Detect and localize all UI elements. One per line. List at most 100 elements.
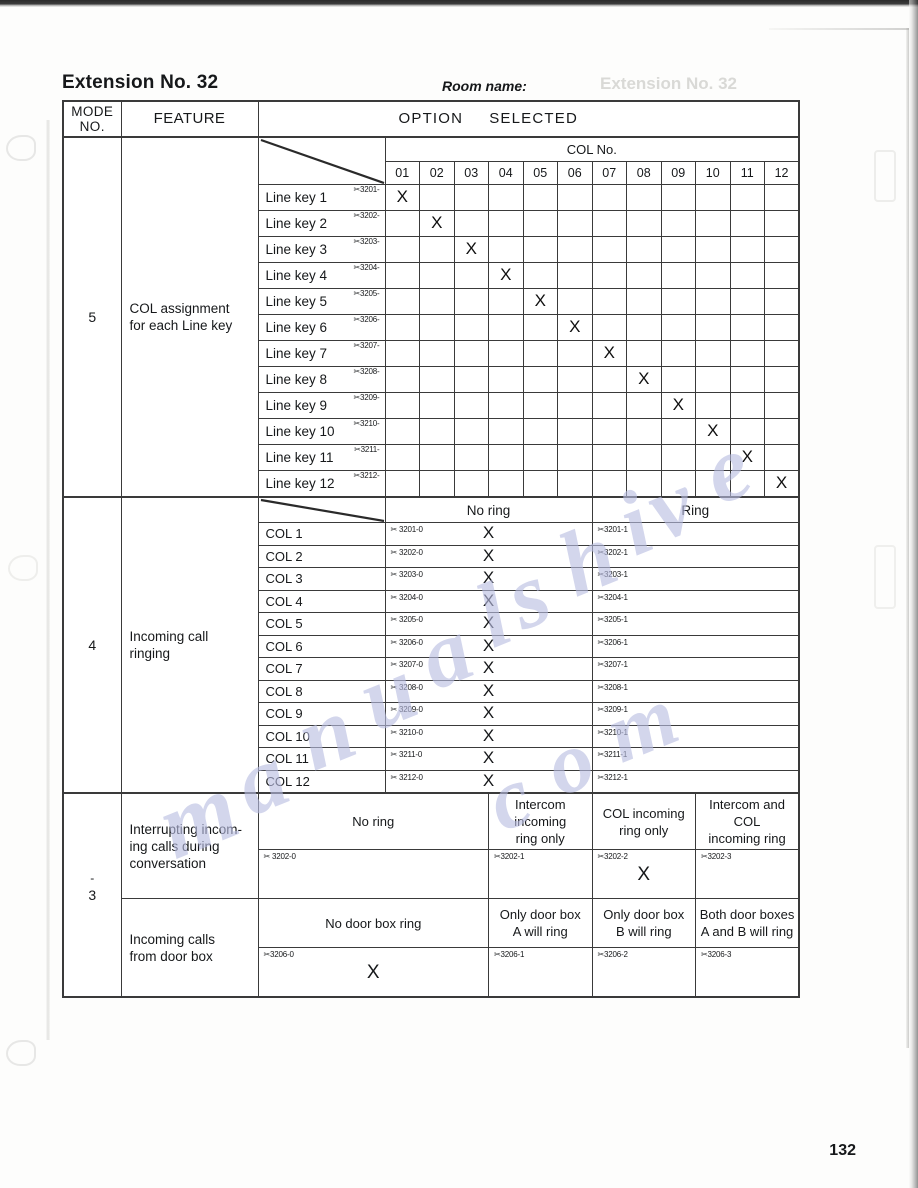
line-key-12-col-1[interactable] (384, 470, 420, 498)
line-key-1-col-9[interactable] (660, 184, 696, 211)
line-key-6-col-3[interactable] (453, 314, 489, 341)
line-key-12-col-11[interactable] (729, 470, 765, 498)
line-key-6-col-9[interactable] (660, 314, 696, 341)
line-key-11-col-9[interactable] (660, 444, 696, 471)
col-10-ring[interactable]: ✂3210-1 (591, 724, 801, 748)
col-1-no-ring[interactable]: ✂ 3201-0 X (384, 522, 593, 546)
line-key-7-col-6[interactable] (557, 340, 593, 367)
line-key-12-col-8[interactable] (626, 470, 662, 498)
line-key-10-col-7[interactable] (591, 418, 627, 445)
line-key-9-col-2[interactable] (419, 392, 455, 419)
line-key-11-col-8[interactable] (626, 444, 662, 471)
line-key-3-col-1[interactable] (384, 236, 420, 263)
line-key-6-col-10[interactable] (695, 314, 731, 341)
line-key-4-col-1[interactable] (384, 262, 420, 289)
line-key-4-col-11[interactable] (729, 262, 765, 289)
line-key-8-col-9[interactable] (660, 366, 696, 393)
line-key-3-col-8[interactable] (626, 236, 662, 263)
line-key-7-col-4[interactable] (488, 340, 524, 367)
mode3-b1-option-2-cell[interactable]: ✂3202-1 (488, 849, 593, 899)
line-key-3-col-9[interactable] (660, 236, 696, 263)
line-key-6-col-5[interactable] (522, 314, 558, 341)
col-6-ring[interactable]: ✂3206-1 (591, 634, 801, 658)
col-5-no-ring[interactable]: ✂ 3205-0 X (384, 612, 593, 636)
line-key-3-col-10[interactable] (695, 236, 731, 263)
mode3-b2-option-3-cell[interactable]: ✂3206-2 (591, 947, 696, 998)
col-1-ring[interactable]: ✂3201-1 (591, 522, 801, 546)
line-key-3-col-6[interactable] (557, 236, 593, 263)
line-key-12-col-4[interactable] (488, 470, 524, 498)
line-key-9-col-6[interactable] (557, 392, 593, 419)
line-key-8-col-7[interactable] (591, 366, 627, 393)
mode3-b2-option-2-cell[interactable]: ✂3206-1 (488, 947, 593, 998)
col-7-ring[interactable]: ✂3207-1 (591, 657, 801, 681)
line-key-5-col-12[interactable] (764, 288, 801, 315)
line-key-6-col-2[interactable] (419, 314, 455, 341)
col-4-no-ring[interactable]: ✂ 3204-0 X (384, 589, 593, 613)
line-key-5-col-2[interactable] (419, 288, 455, 315)
mode3-b1-option-3-cell[interactable]: ✂3202-2 X (591, 849, 696, 899)
line-key-10-col-2[interactable] (419, 418, 455, 445)
line-key-2-col-8[interactable] (626, 210, 662, 237)
col-12-ring[interactable]: ✂3212-1 (591, 769, 801, 794)
line-key-5-col-9[interactable] (660, 288, 696, 315)
line-key-4-col-7[interactable] (591, 262, 627, 289)
mode3-b2-option-4-cell[interactable]: ✂3206-3 (695, 947, 801, 998)
line-key-3-col-3[interactable]: X (453, 236, 489, 263)
line-key-7-col-2[interactable] (419, 340, 455, 367)
line-key-4-col-6[interactable] (557, 262, 593, 289)
line-key-7-col-10[interactable] (695, 340, 731, 367)
line-key-12-col-10[interactable] (695, 470, 731, 498)
line-key-4-col-5[interactable] (522, 262, 558, 289)
line-key-1-col-4[interactable] (488, 184, 524, 211)
line-key-1-col-1[interactable]: X (384, 184, 420, 211)
line-key-4-col-2[interactable] (419, 262, 455, 289)
line-key-7-col-9[interactable] (660, 340, 696, 367)
line-key-10-col-1[interactable] (384, 418, 420, 445)
line-key-8-col-8[interactable]: X (626, 366, 662, 393)
line-key-12-col-2[interactable] (419, 470, 455, 498)
line-key-7-col-7[interactable]: X (591, 340, 627, 367)
line-key-2-col-6[interactable] (557, 210, 593, 237)
line-key-2-col-12[interactable] (764, 210, 801, 237)
line-key-2-col-4[interactable] (488, 210, 524, 237)
col-11-no-ring[interactable]: ✂ 3211-0 X (384, 747, 593, 771)
line-key-9-col-5[interactable] (522, 392, 558, 419)
line-key-9-col-3[interactable] (453, 392, 489, 419)
line-key-8-col-10[interactable] (695, 366, 731, 393)
line-key-9-col-4[interactable] (488, 392, 524, 419)
col-5-ring[interactable]: ✂3205-1 (591, 612, 801, 636)
line-key-7-col-5[interactable] (522, 340, 558, 367)
col-11-ring[interactable]: ✂3211-1 (591, 747, 801, 771)
line-key-4-col-12[interactable] (764, 262, 801, 289)
col-4-ring[interactable]: ✂3204-1 (591, 589, 801, 613)
line-key-8-col-3[interactable] (453, 366, 489, 393)
line-key-5-col-4[interactable] (488, 288, 524, 315)
line-key-9-col-9[interactable]: X (660, 392, 696, 419)
mode3-b1-option-1-cell[interactable]: ✂ 3202-0 (257, 849, 489, 899)
line-key-2-col-2[interactable]: X (419, 210, 455, 237)
line-key-11-col-1[interactable] (384, 444, 420, 471)
line-key-8-col-2[interactable] (419, 366, 455, 393)
line-key-5-col-11[interactable] (729, 288, 765, 315)
line-key-8-col-4[interactable] (488, 366, 524, 393)
line-key-8-col-6[interactable] (557, 366, 593, 393)
line-key-4-col-10[interactable] (695, 262, 731, 289)
line-key-7-col-11[interactable] (729, 340, 765, 367)
line-key-4-col-8[interactable] (626, 262, 662, 289)
mode3-b1-option-4-cell[interactable]: ✂3202-3 (695, 849, 801, 899)
line-key-10-col-4[interactable] (488, 418, 524, 445)
line-key-10-col-6[interactable] (557, 418, 593, 445)
line-key-6-col-1[interactable] (384, 314, 420, 341)
mode3-b2-option-1-cell[interactable]: ✂3206-0 X (257, 947, 489, 998)
line-key-10-col-9[interactable] (660, 418, 696, 445)
line-key-12-col-12[interactable]: X (764, 470, 801, 498)
line-key-12-col-6[interactable] (557, 470, 593, 498)
line-key-10-col-12[interactable] (764, 418, 801, 445)
line-key-6-col-6[interactable]: X (557, 314, 593, 341)
col-6-no-ring[interactable]: ✂ 3206-0 X (384, 634, 593, 658)
line-key-1-col-2[interactable] (419, 184, 455, 211)
line-key-11-col-11[interactable]: X (729, 444, 765, 471)
line-key-11-col-2[interactable] (419, 444, 455, 471)
line-key-1-col-8[interactable] (626, 184, 662, 211)
